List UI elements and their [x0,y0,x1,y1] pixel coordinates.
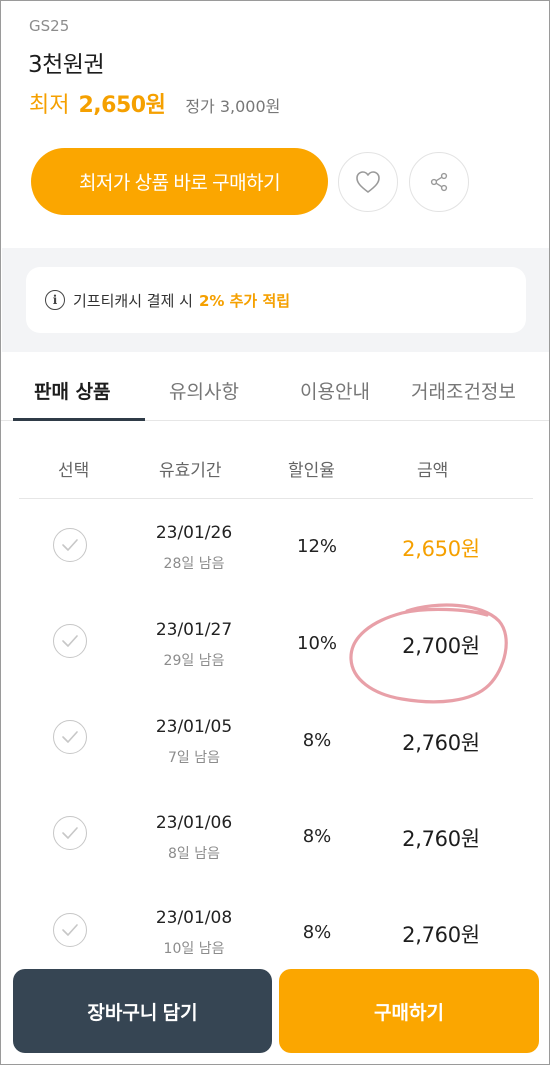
notice-highlight: 2% 추가 적립 [198,291,291,310]
check-icon [62,635,78,647]
brand-label: GS25 [29,17,70,35]
row-select-checkbox[interactable] [53,720,87,754]
check-icon [62,731,78,743]
expiry-date: 23/01/08 [155,908,233,928]
price-prefix: 최저 [29,93,70,118]
days-remaining: 28일 남음 [163,556,225,572]
add-to-cart-button[interactable]: 장바구니 담기 [13,969,272,1053]
discount-rate: 8% [302,730,332,751]
days-remaining: 7일 남음 [168,750,220,766]
info-icon: i [45,290,65,310]
buy-now-button[interactable]: 구매하기 [279,969,539,1053]
heart-icon [356,171,380,193]
days-remaining: 8일 남음 [168,846,220,862]
discount-rate: 10% [296,633,338,654]
row-select-checkbox[interactable] [53,624,87,658]
tab-usage-guide[interactable]: 이용안내 [300,377,370,404]
check-icon [62,539,78,551]
share-icon [430,172,448,192]
buy-lowest-button[interactable]: 최저가 상품 바로 구매하기 [31,148,328,215]
notice-banner: i 기프티캐시 결제 시 2% 추가 적립 [26,267,526,333]
tab-bar: 판매 상품 유의사항 이용안내 거래조건정보 [1,367,549,421]
list-price: 정가 3,000원 [185,97,281,116]
column-header-select: 선택 [58,461,90,481]
days-remaining: 10일 남음 [163,941,225,957]
column-header-discount: 할인율 [288,461,335,481]
column-header-validity: 유효기간 [159,461,222,481]
price-row: 최저 2,650원 정가 3,000원 [29,87,280,119]
tab-notes[interactable]: 유의사항 [169,377,239,404]
table-row[interactable]: 23/01/05 7일 남음 8% 2,760원 [1,692,549,788]
discount-rate: 8% [302,826,332,847]
price-amount: 2,760원 [402,731,480,755]
like-button[interactable] [338,152,398,212]
price-amount: 2,760원 [402,923,480,947]
lowest-price: 2,650원 [78,93,166,118]
days-remaining: 29일 남음 [163,653,225,669]
app-frame: GS25 3천원권 최저 2,650원 정가 3,000원 최저가 상품 바로 … [0,0,550,1065]
table-row[interactable]: 23/01/26 28일 남음 12% 2,650원 [1,499,549,595]
row-select-checkbox[interactable] [53,816,87,850]
notice-text: 기프티캐시 결제 시 [73,291,193,310]
table-row[interactable]: 23/01/27 29일 남음 10% 2,700원 [1,595,549,691]
price-amount: 2,700원 [402,634,480,658]
tab-products[interactable]: 판매 상품 [34,377,111,404]
expiry-date: 23/01/26 [155,523,233,543]
check-icon [62,827,78,839]
check-icon [62,924,78,936]
expiry-date: 23/01/27 [155,620,233,640]
discount-rate: 12% [296,536,338,557]
expiry-date: 23/01/05 [155,717,233,737]
price-amount: 2,650원 [402,537,480,561]
tab-trade-terms[interactable]: 거래조건정보 [411,377,516,404]
price-amount: 2,760원 [402,827,480,851]
product-title: 3천원권 [28,52,105,78]
row-select-checkbox[interactable] [53,913,87,947]
active-tab-indicator [13,418,145,421]
discount-rate: 8% [302,922,332,943]
expiry-date: 23/01/06 [155,813,233,833]
row-select-checkbox[interactable] [53,528,87,562]
table-row[interactable]: 23/01/06 8일 남음 8% 2,760원 [1,788,549,884]
share-button[interactable] [409,152,469,212]
column-header-amount: 금액 [417,461,449,481]
